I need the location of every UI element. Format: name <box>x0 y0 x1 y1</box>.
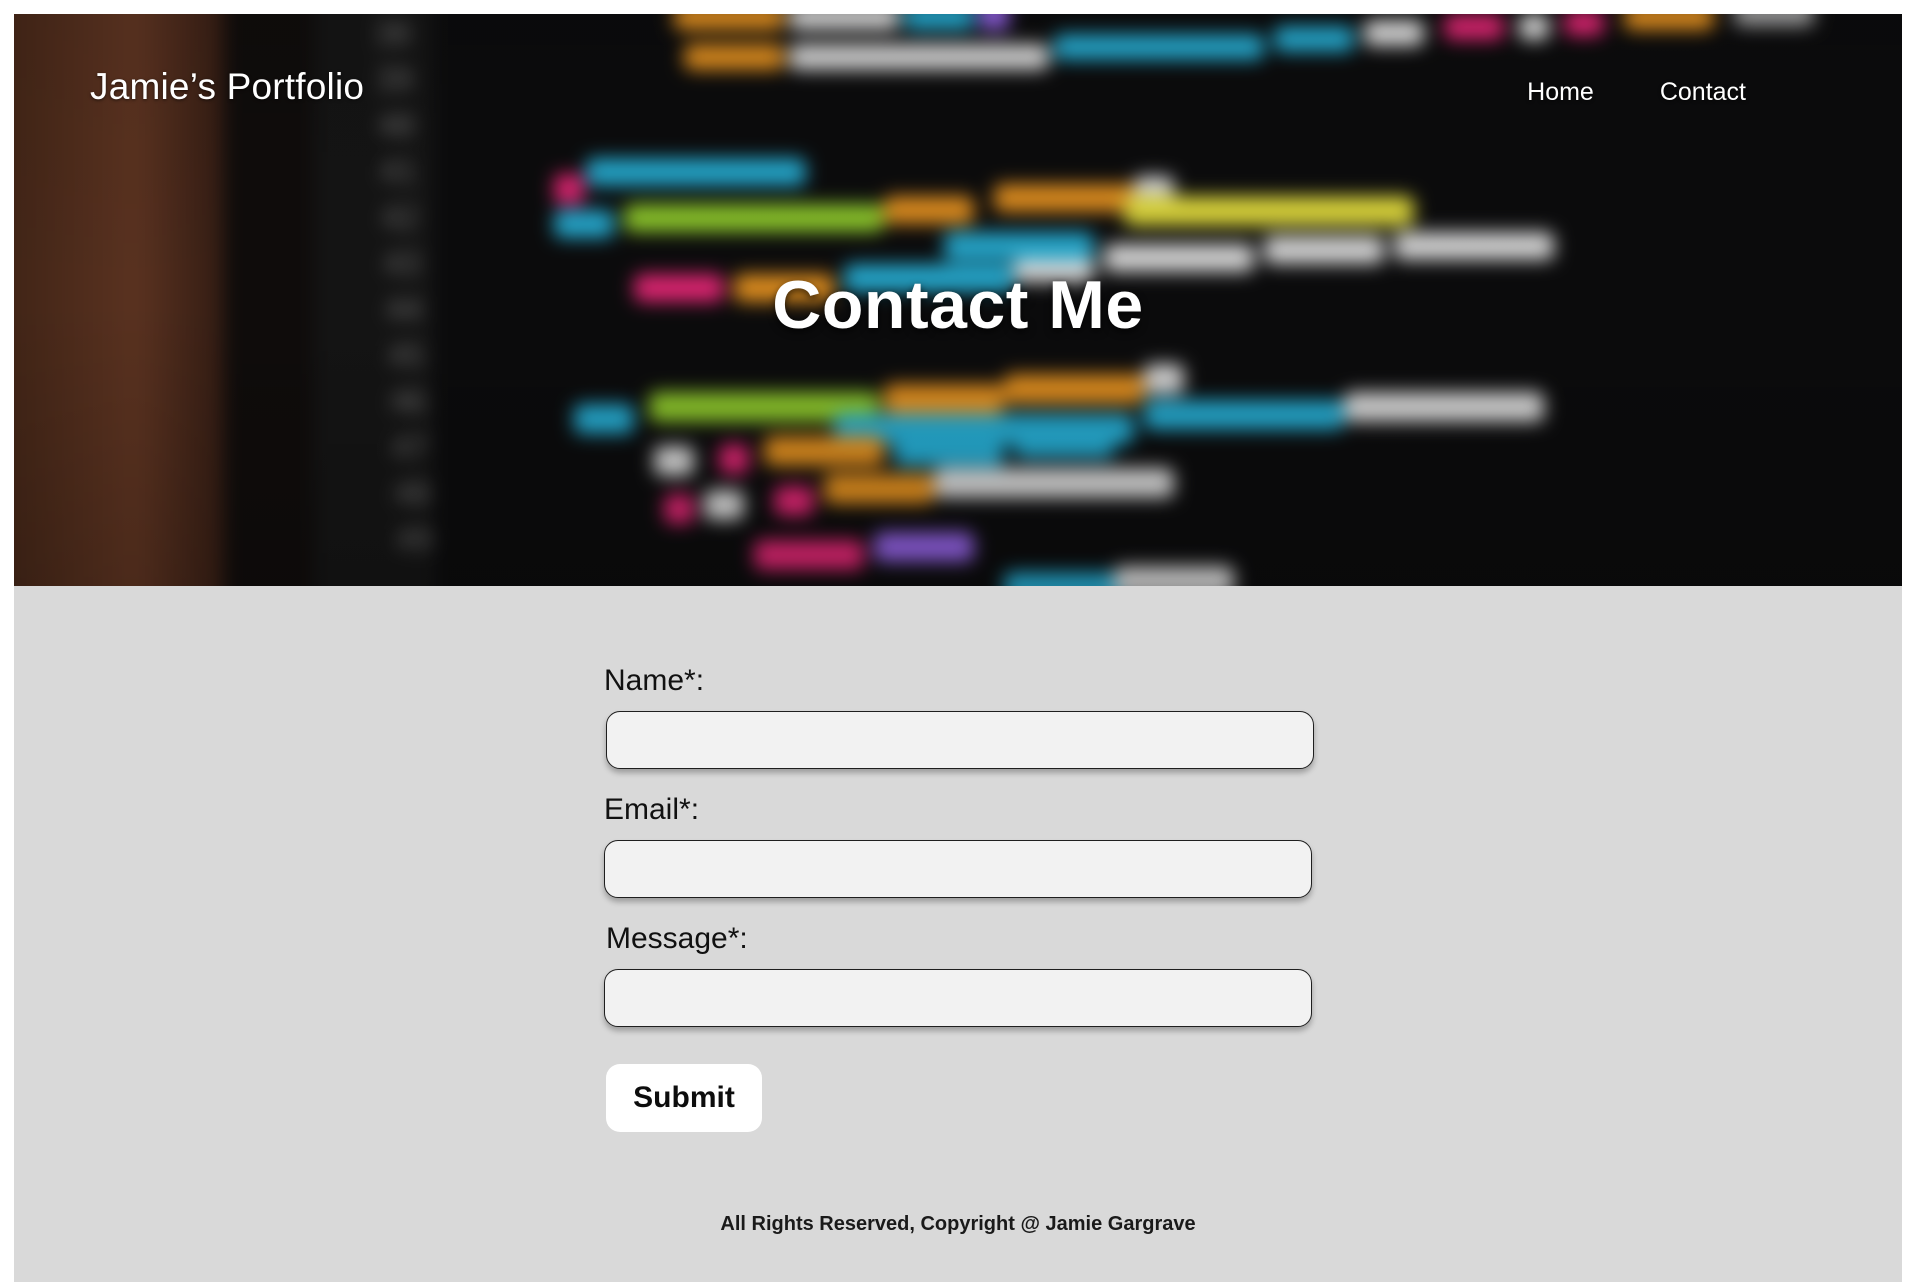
svg-text:40: 40 <box>378 109 414 144</box>
svg-text:47: 47 <box>392 431 428 466</box>
submit-button[interactable]: Submit <box>606 1064 762 1132</box>
footer-copyright: All Rights Reserved, Copyright @ Jamie G… <box>720 1213 1196 1235</box>
svg-text:45: 45 <box>388 339 424 374</box>
message-field[interactable] <box>604 969 1312 1027</box>
name-field[interactable] <box>606 711 1314 769</box>
message-label: Message*: <box>606 922 748 955</box>
nav-link-contact[interactable]: Contact <box>1660 78 1746 107</box>
nav-link-home[interactable]: Home <box>1527 78 1594 107</box>
svg-text:41: 41 <box>380 155 416 190</box>
hero-banner: 38 39 40 41 42 43 44 45 46 47 48 49 Jami… <box>14 14 1902 586</box>
main-nav: Home Contact <box>1527 78 1746 107</box>
svg-text:42: 42 <box>382 201 418 236</box>
svg-text:38: 38 <box>374 17 410 52</box>
page: 38 39 40 41 42 43 44 45 46 47 48 49 Jami… <box>14 14 1902 1282</box>
site-brand[interactable]: Jamie’s Portfolio <box>90 66 364 108</box>
svg-text:48: 48 <box>394 477 430 512</box>
email-label: Email*: <box>604 793 700 826</box>
svg-text:46: 46 <box>390 385 426 420</box>
page-title: Contact Me <box>772 267 1144 343</box>
svg-text:39: 39 <box>376 63 412 98</box>
name-label: Name*: <box>604 664 705 697</box>
svg-text:49: 49 <box>396 523 432 558</box>
email-field[interactable] <box>604 840 1312 898</box>
